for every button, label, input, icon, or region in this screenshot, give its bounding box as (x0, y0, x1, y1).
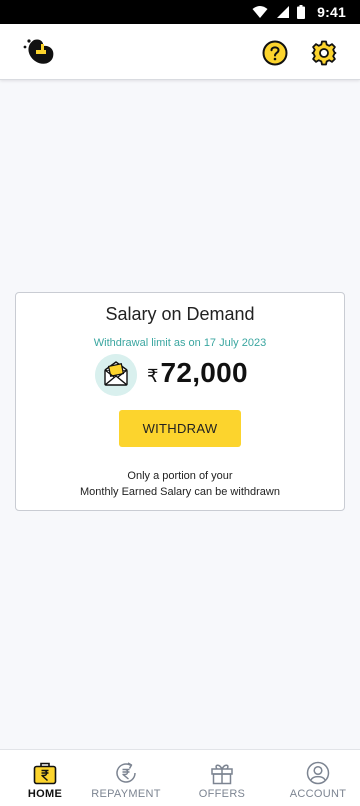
withdrawal-note: Only a portion of your Monthly Earned Sa… (16, 468, 344, 500)
status-time: 9:41 (317, 4, 346, 20)
nav-item-repayment[interactable]: REPAYMENT (81, 750, 171, 806)
status-icons: 9:41 (252, 0, 346, 24)
signal-icon (277, 6, 290, 18)
currency-symbol: ₹ (147, 366, 159, 386)
account-icon (306, 761, 330, 785)
salary-on-demand-card: Salary on Demand Withdrawal limit as on … (15, 292, 345, 511)
nav-label-offers: OFFERS (198, 788, 246, 800)
card-title: Salary on Demand (105, 304, 255, 324)
nav-item-offers[interactable]: OFFERS (177, 750, 267, 806)
nav-label-home: HOME (27, 788, 63, 800)
nav-item-account[interactable]: ACCOUNT (273, 750, 360, 806)
wallet-icon (33, 762, 57, 785)
status-bar: 9:41 (0, 0, 360, 24)
settings-icon[interactable] (311, 40, 337, 66)
amount-value: 72,000 (160, 357, 248, 388)
note-line-1: Only a portion of your (127, 470, 233, 482)
gift-icon (211, 764, 233, 785)
withdrawal-limit-text: Withdrawal limit as on 17 July 2023 (93, 337, 267, 349)
battery-icon (297, 5, 306, 19)
wifi-icon (252, 6, 268, 18)
envelope-money-icon (95, 354, 137, 396)
repayment-icon (116, 762, 136, 783)
nav-label-account: ACCOUNT (289, 788, 347, 800)
nav-item-home[interactable]: HOME (0, 750, 90, 806)
bottom-nav: HOME REPAYMENT OFFERS ACCOUNT (0, 749, 360, 806)
nav-label-repayment: REPAYMENT (91, 788, 161, 800)
help-icon[interactable] (262, 40, 288, 66)
app-logo-icon[interactable] (22, 37, 56, 67)
app-header (0, 24, 360, 80)
withdraw-button[interactable]: WITHDRAW (119, 410, 241, 447)
note-line-2: Monthly Earned Salary can be withdrawn (80, 486, 280, 498)
withdrawal-amount: ₹ 72,000 (147, 357, 248, 393)
